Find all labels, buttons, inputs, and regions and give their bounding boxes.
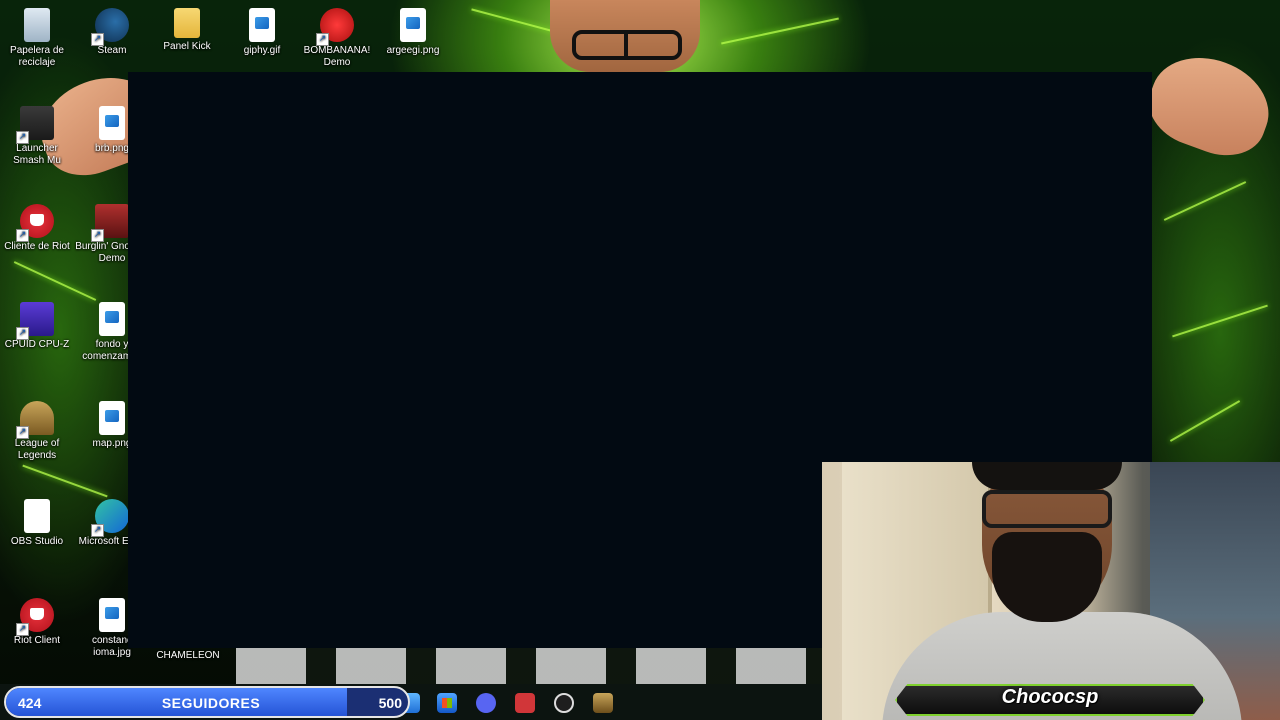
obs-studio-icon: [24, 499, 50, 533]
wallpaper-glasses: [572, 30, 682, 60]
riot-client-icon: [16, 204, 54, 242]
steam-icon: [91, 8, 129, 46]
desktop-icon-label: constanc ioma.jpg: [91, 635, 133, 658]
desktop-icon-label: Riot Client: [13, 635, 61, 646]
desktop-icon-label: CPUID CPU-Z: [4, 339, 70, 350]
wallpaper-banner: [236, 648, 822, 684]
webcam-person-hair: [972, 462, 1122, 490]
desktop-icon-riot-client[interactable]: Riot Client: [0, 594, 74, 647]
desktop-icon-label: League of Legends: [14, 438, 60, 461]
desktop-icon-giphy[interactable]: giphy.gif: [225, 4, 299, 57]
webcam-person-glasses: [982, 490, 1112, 528]
image-file-icon: [99, 598, 125, 632]
desktop-icon-cpuz[interactable]: CPUID CPU-Z: [0, 298, 74, 351]
webcam-person-beard: [992, 532, 1102, 622]
desktop-icon-label: Steam: [97, 45, 127, 56]
image-file-icon: [99, 106, 125, 140]
discord-icon[interactable]: [476, 693, 496, 713]
desktop-icon-bombanana[interactable]: BOMBANANA! Demo: [300, 4, 374, 69]
desktop-icon-steam[interactable]: Steam: [75, 4, 149, 57]
edge-icon: [91, 499, 129, 537]
image-file-icon: [99, 401, 125, 435]
followers-count: 424: [18, 695, 42, 711]
desktop-icon-label: argeegi.png: [386, 45, 440, 56]
desktop-icon-panel-kick[interactable]: Panel Kick: [150, 4, 224, 53]
desktop-icon-label: BOMBANANA! Demo: [303, 45, 371, 68]
wallpaper-hand-right: [1138, 42, 1280, 168]
riot-client-icon[interactable]: [515, 693, 535, 713]
desktop-icon-label: map.png: [92, 438, 132, 449]
league-of-legends-icon: [16, 401, 54, 439]
smash-launcher-icon: [16, 106, 54, 144]
desktop-icon-label: brb.png: [95, 143, 129, 154]
desktop-icon-label: Papelera de reciclaje: [10, 45, 64, 68]
image-file-icon: [400, 8, 426, 42]
desktop-icon-recycle-bin[interactable]: Papelera de reciclaje: [0, 4, 74, 69]
desktop-icon-obs-studio[interactable]: OBS Studio: [0, 495, 74, 548]
desktop-icon-launcher-smash[interactable]: Launcher Smash Mu: [0, 102, 74, 167]
image-file-icon: [99, 302, 125, 336]
folder-icon: [174, 8, 200, 38]
microsoft-store-icon[interactable]: [437, 693, 457, 713]
followers-goal: 500: [378, 695, 402, 711]
followers-label: SEGUIDORES: [161, 695, 261, 711]
image-file-icon: [249, 8, 275, 42]
league-of-legends-icon[interactable]: [593, 693, 613, 713]
riot-client-icon: [16, 598, 54, 636]
burglin-gnomes-icon: [91, 204, 129, 242]
desktop-icon-label: Cliente de Riot: [4, 241, 70, 252]
cpuz-icon: [16, 302, 54, 340]
recycle-bin-icon: [24, 8, 50, 42]
webcam-feed: [822, 462, 1280, 720]
bombanana-icon: [316, 8, 354, 46]
desktop-icon-label: giphy.gif: [243, 45, 281, 56]
desktop-icon-chameleon[interactable]: CHAMELEON: [150, 650, 226, 661]
streamer-name: Chococsp: [1001, 686, 1099, 708]
desktop-icon-league-of-legends[interactable]: League of Legends: [0, 397, 74, 462]
desktop-icon-cliente-de-riot[interactable]: Cliente de Riot: [0, 200, 74, 253]
desktop-icon-argeegi[interactable]: argeegi.png: [376, 4, 450, 57]
desktop-icon-label: Panel Kick: [163, 41, 211, 52]
desktop-icon-label: Launcher Smash Mu: [13, 143, 61, 166]
followers-goal-bar: 424 SEGUIDORES 500: [4, 686, 410, 718]
obs-icon[interactable]: [554, 693, 574, 713]
desktop-icon-label: OBS Studio: [10, 536, 64, 547]
